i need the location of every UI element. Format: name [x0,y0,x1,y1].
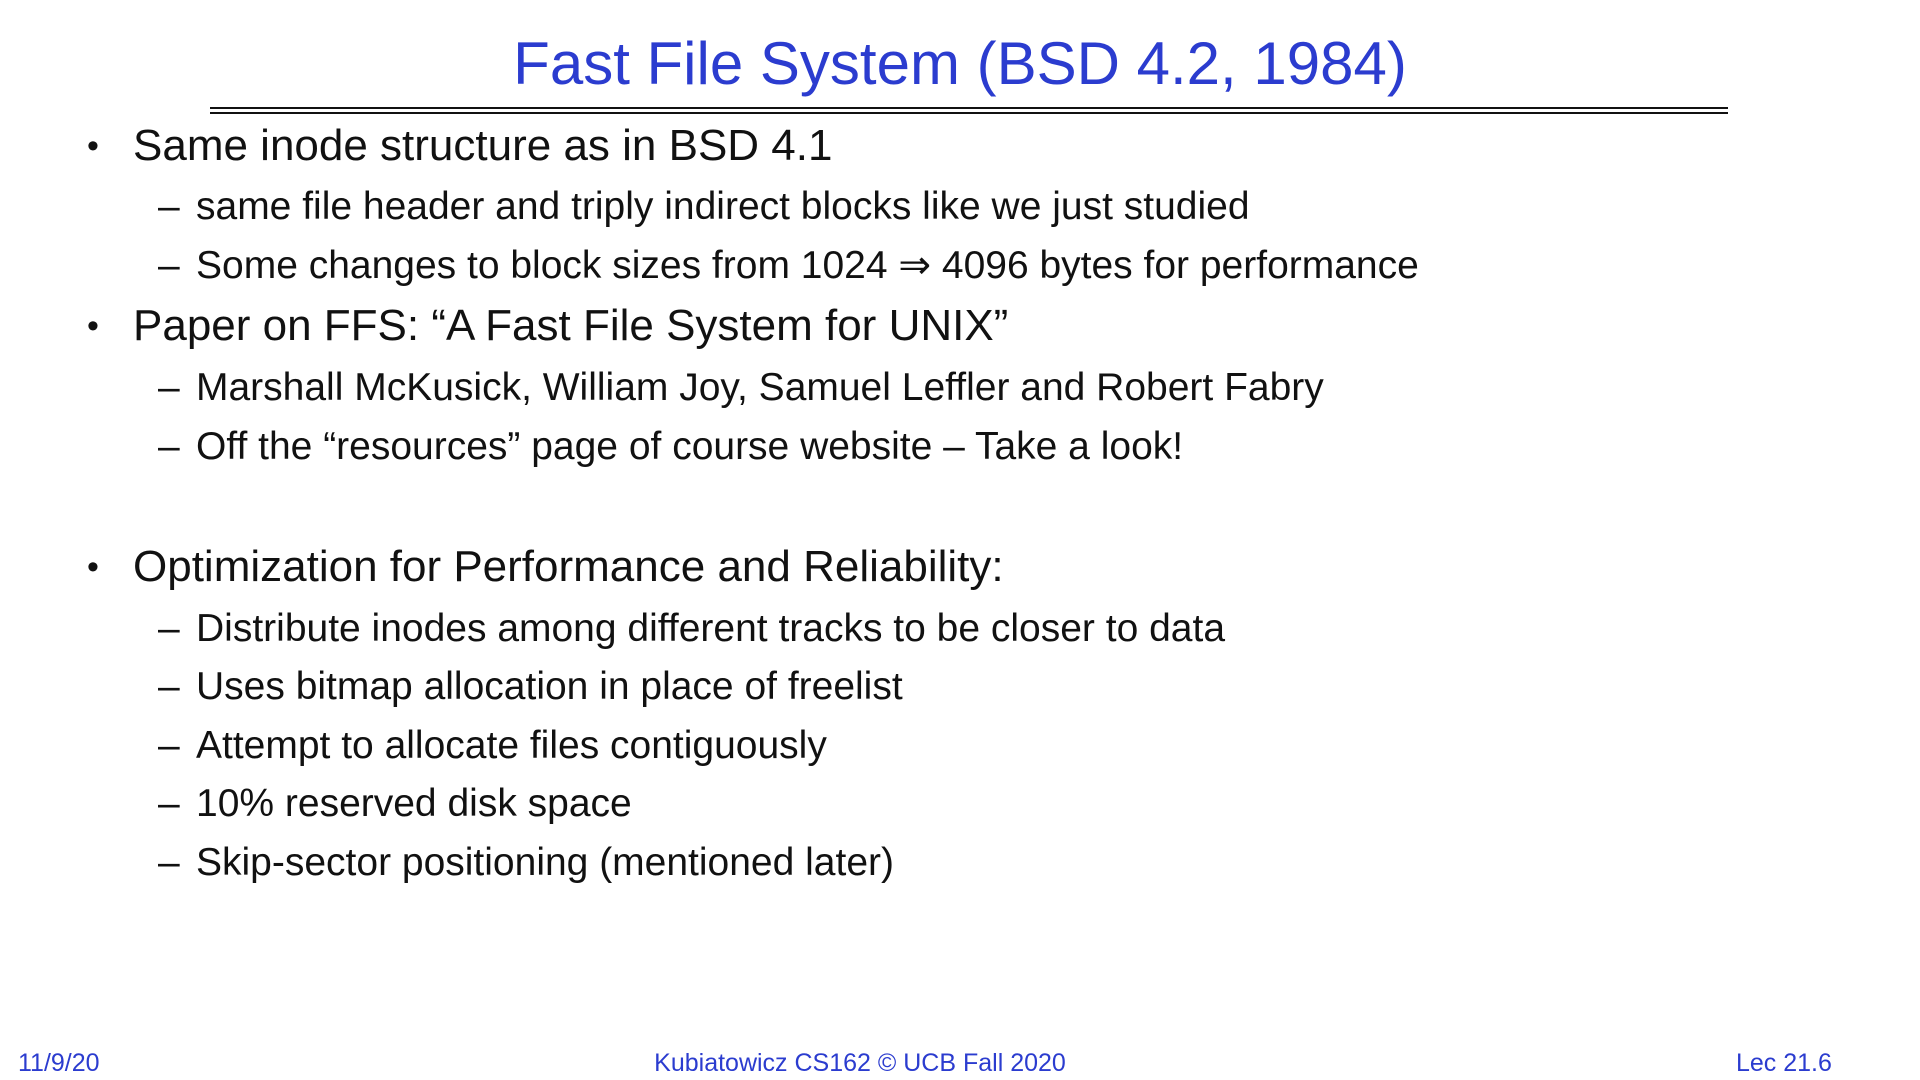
sub-bullet-text: Distribute inodes among different tracks… [196,607,1226,650]
footer-course: Kubiatowicz CS162 © UCB Fall 2020 [654,1049,1066,1077]
sub-bullet-text: Marshall McKusick, William Joy, Samuel L… [196,366,1324,409]
dash-marker: – [158,425,180,468]
bullet-inode-structure: • Same inode structure as in BSD 4.1 [87,118,832,174]
footer-lecture-number: Lec 21.6 [1736,1049,1832,1077]
sub-bullet: – Skip-sector positioning (mentioned late… [158,838,894,888]
dash-marker: – [158,607,180,650]
title-divider [210,107,1728,109]
sub-bullet-text: same file header and triply indirect blo… [196,185,1250,228]
bullet-text: Paper on FFS: “A Fast File System for UN… [133,301,1009,350]
sub-bullet-text: Some changes to block sizes from 1024 ⇒ … [196,244,1419,287]
sub-bullet-text: Off the “resources” page of course websi… [196,425,1184,468]
dash-marker: – [158,724,180,767]
bullet-ffs-paper: • Paper on FFS: “A Fast File System for U… [87,298,1008,354]
sub-bullet-text: Skip-sector positioning (mentioned later… [196,841,895,884]
bullet-marker: • [87,127,99,165]
sub-bullet: – Attempt to allocate files contiguously [158,721,827,771]
sub-bullet-text: Attempt to allocate files contiguously [196,724,827,767]
bullet-text: Optimization for Performance and Reliabi… [133,542,1004,591]
bullet-marker: • [87,307,99,345]
sub-bullet: – Some changes to block sizes from 1024 ⇒… [158,241,1419,291]
bullet-text: Same inode structure as in BSD 4.1 [133,121,833,170]
dash-marker: – [158,782,180,825]
dash-marker: – [158,665,180,708]
sub-bullet: – Distribute inodes among different track… [158,604,1225,654]
dash-marker: – [158,366,180,409]
dash-marker: – [158,841,180,884]
dash-marker: – [158,185,180,228]
sub-bullet-text: 10% reserved disk space [196,782,632,825]
sub-bullet: – Off the “resources” page of course webs… [158,422,1183,472]
sub-bullet: – same file header and triply indirect bl… [158,182,1250,232]
sub-bullet: –10% reserved disk space [158,779,632,829]
bullet-optimization: • Optimization for Performance and Reliab… [87,539,1004,595]
title-divider-double [210,112,1728,114]
bullet-marker: • [87,548,99,586]
sub-bullet: – Marshall McKusick, William Joy, Samuel … [158,363,1324,413]
sub-bullet: – Uses bitmap allocation in place of free… [158,662,903,712]
dash-marker: – [158,244,180,287]
sub-bullet-text: Uses bitmap allocation in place of freel… [196,665,903,708]
slide-title: Fast File System (BSD 4.2, 1984) [513,30,1407,97]
